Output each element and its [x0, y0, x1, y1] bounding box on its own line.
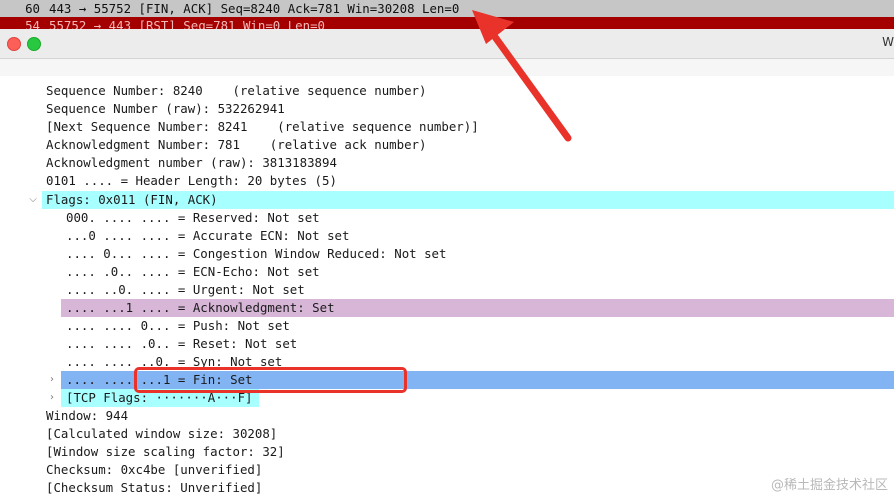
annotation-arrow-icon — [472, 10, 572, 142]
watermark: @稀土掘金技术社区 — [770, 478, 888, 493]
